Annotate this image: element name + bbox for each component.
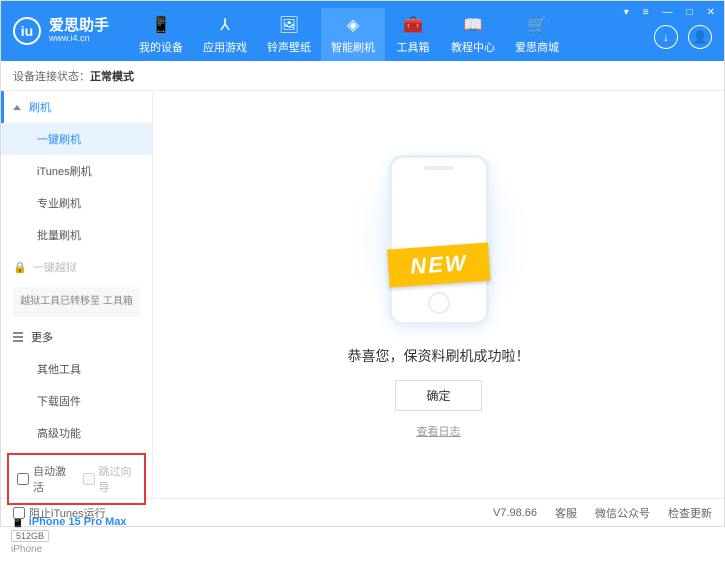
options-highlight-box: 自动激活 跳过向导 [7, 453, 146, 505]
block-itunes-checkbox[interactable]: 阻止iTunes运行 [13, 505, 106, 521]
ok-button[interactable]: 确定 [395, 380, 481, 411]
apps-icon: ⅄ [214, 14, 236, 36]
nav-tutorials[interactable]: 📖教程中心 [441, 8, 505, 61]
titlebar-menu-icon[interactable]: ≡ [640, 5, 652, 20]
sidebar-item-itunes-flash[interactable]: iTunes刷机 [1, 155, 152, 187]
cart-icon: 🛒 [526, 14, 548, 36]
customer-service-link[interactable]: 客服 [555, 505, 577, 521]
nav-toolbox[interactable]: 🧰工具箱 [385, 8, 441, 61]
user-button[interactable]: 👤 [688, 25, 712, 49]
nav-flash[interactable]: ◈智能刷机 [321, 8, 385, 61]
minimize-icon[interactable]: — [660, 5, 676, 20]
skip-guide-checkbox[interactable]: 跳过向导 [83, 463, 137, 495]
sidebar-group-jailbreak[interactable]: 🔒 一键越狱 [1, 251, 152, 283]
wechat-link[interactable]: 微信公众号 [595, 505, 650, 521]
device-icon: 📱 [150, 14, 172, 36]
flash-icon: ◈ [342, 14, 364, 36]
image-icon: 🖼 [278, 14, 300, 36]
sidebar-item-batch-flash[interactable]: 批量刷机 [1, 219, 152, 251]
sidebar-item-advanced[interactable]: 高级功能 [1, 417, 152, 449]
app-title: 爱思助手 [49, 18, 109, 35]
sidebar-item-pro-flash[interactable]: 专业刷机 [1, 187, 152, 219]
book-icon: 📖 [462, 14, 484, 36]
nav-my-device[interactable]: 📱我的设备 [129, 8, 193, 61]
titlebar-dropdown-icon[interactable]: ▾ [621, 5, 632, 20]
logo-icon: iu [13, 17, 41, 45]
status-value: 正常模式 [90, 68, 134, 84]
toolbox-icon: 🧰 [402, 14, 424, 36]
nav-ringtones[interactable]: 🖼铃声壁纸 [257, 8, 321, 61]
auto-activate-checkbox[interactable]: 自动激活 [17, 463, 71, 495]
lock-icon: 🔒 [13, 261, 27, 274]
expand-icon [13, 105, 21, 110]
app-subtitle: www.i4.cn [49, 34, 109, 44]
jailbreak-note: 越狱工具已转移至 工具箱 [13, 287, 140, 317]
view-log-link[interactable]: 查看日志 [417, 423, 461, 439]
status-prefix: 设备连接状态： [13, 68, 90, 84]
sidebar-item-download-firmware[interactable]: 下载固件 [1, 385, 152, 417]
check-update-link[interactable]: 检查更新 [668, 505, 712, 521]
nav-store[interactable]: 🛒爱思商城 [505, 8, 569, 61]
new-ribbon: NEW [387, 243, 491, 288]
sidebar-group-more[interactable]: 更多 [1, 321, 152, 353]
download-button[interactable]: ↓ [654, 25, 678, 49]
app-logo: iu 爱思助手 www.i4.cn [1, 17, 109, 45]
list-icon [13, 336, 23, 338]
status-bar: 设备连接状态： 正常模式 [1, 61, 724, 91]
version-label: V7.98.66 [493, 507, 537, 519]
device-type: iPhone [11, 544, 142, 555]
success-illustration: NEW [339, 150, 539, 330]
maximize-icon[interactable]: □ [684, 5, 696, 20]
nav-apps[interactable]: ⅄应用游戏 [193, 8, 257, 61]
close-icon[interactable]: ✕ [704, 5, 718, 20]
sidebar-item-oneclick-flash[interactable]: 一键刷机 [1, 123, 152, 155]
sidebar-item-other-tools[interactable]: 其他工具 [1, 353, 152, 385]
success-message: 恭喜您，保资料刷机成功啦！ [348, 346, 530, 366]
device-storage: 512GB [11, 530, 49, 542]
sidebar-group-flash[interactable]: 刷机 [1, 91, 152, 123]
